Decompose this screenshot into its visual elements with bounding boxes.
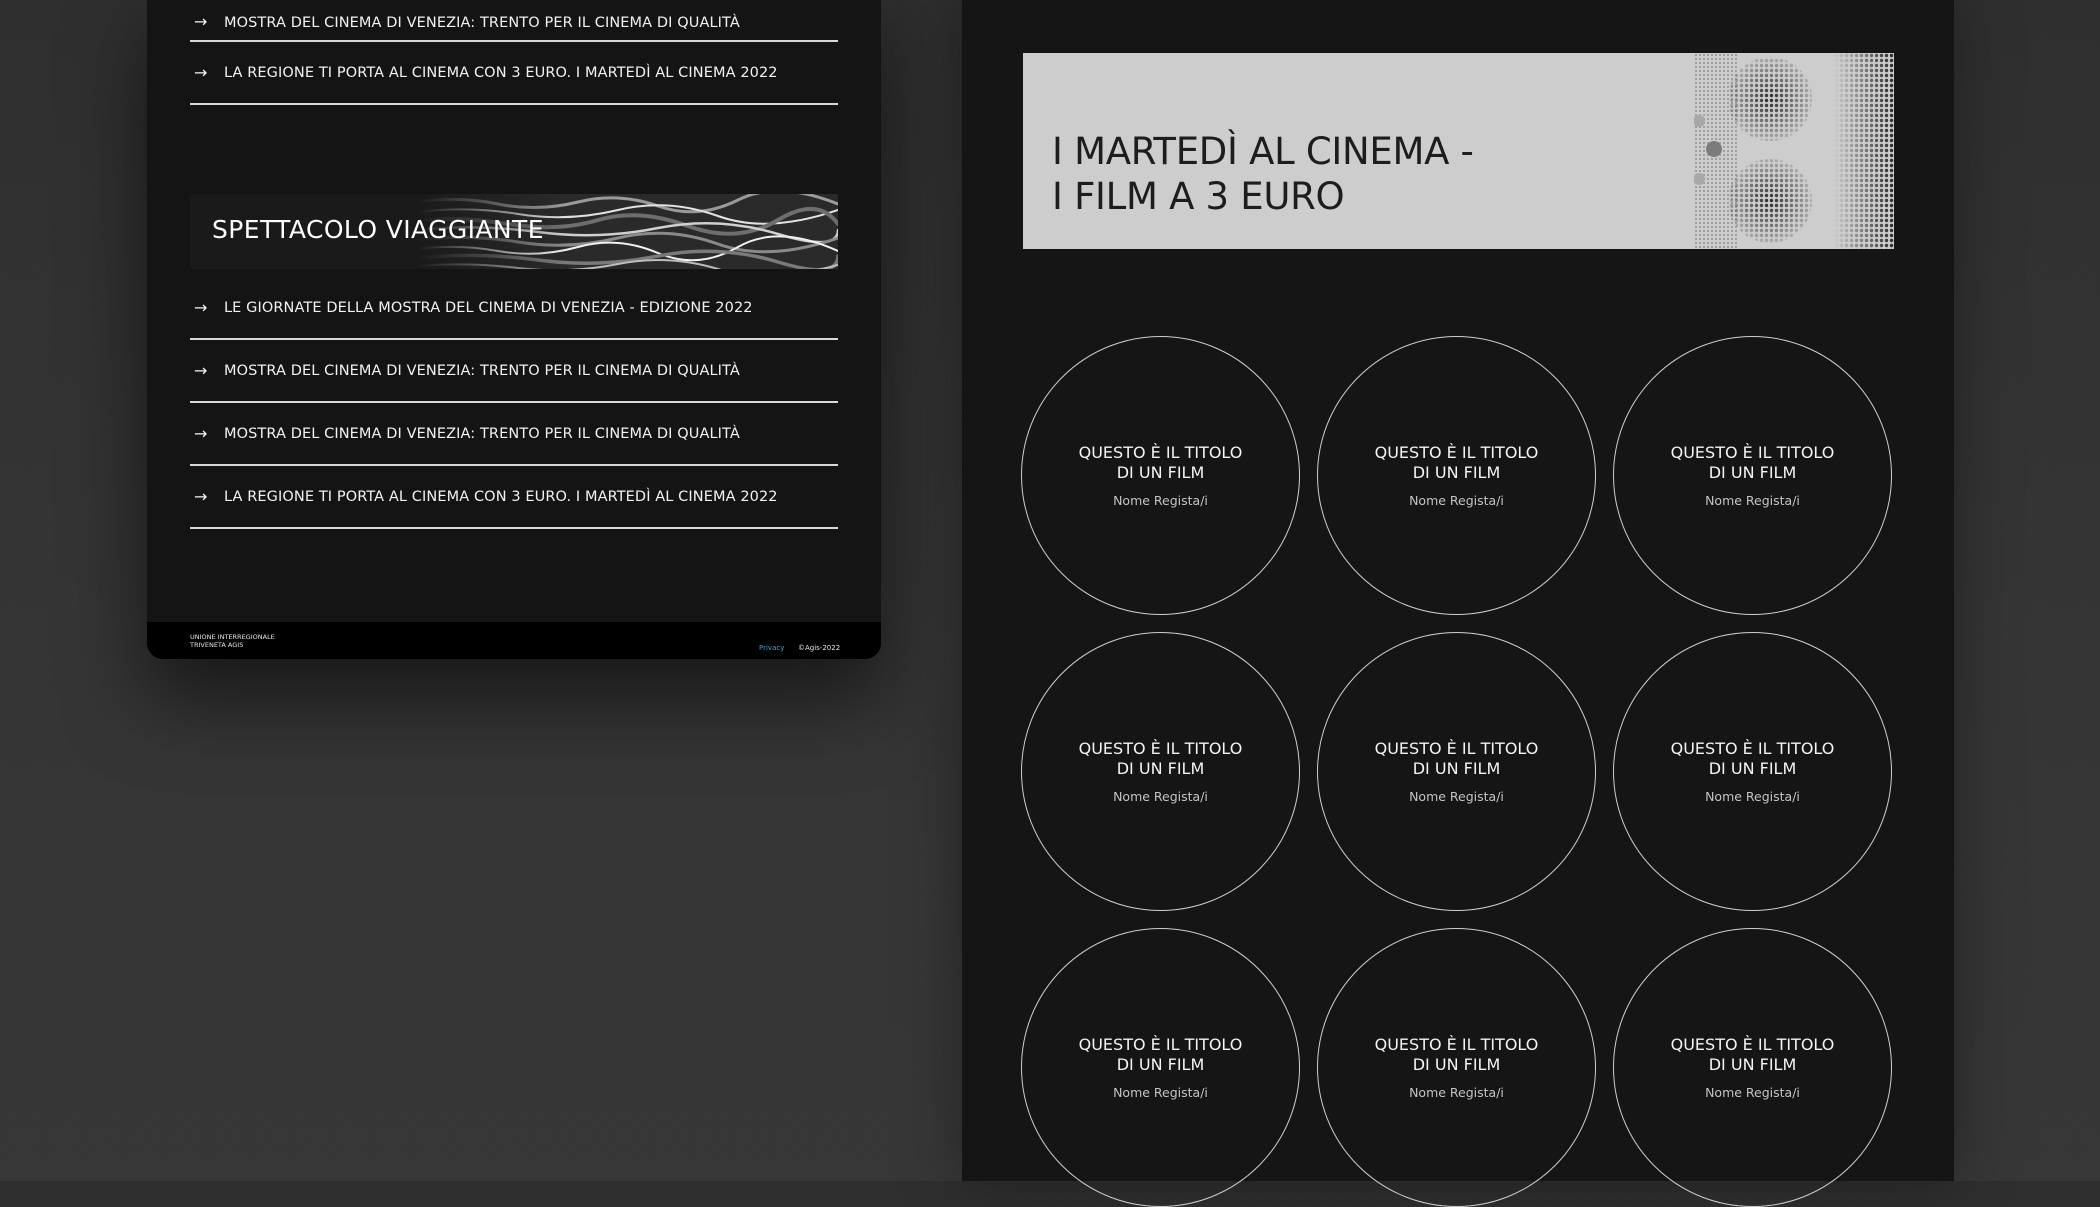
film-director: Nome Regista/i: [1409, 789, 1504, 804]
section-link-item[interactable]: → MOSTRA DEL CINEMA DI VENEZIA: TRENTO P…: [190, 340, 838, 403]
arrow-right-icon: →: [194, 361, 208, 380]
film-title: QUESTO È IL TITOLO DI UN FILM: [1670, 1035, 1835, 1074]
right-page-mockup: I MARTEDÌ AL CINEMA - I FILM A 3 EURO QU…: [962, 0, 1954, 1207]
film-card[interactable]: QUESTO È IL TITOLO DI UN FILM Nome Regis…: [1613, 336, 1892, 615]
film-card[interactable]: QUESTO È IL TITOLO DI UN FILM Nome Regis…: [1317, 928, 1596, 1207]
arrow-right-icon: →: [194, 424, 208, 443]
film-card[interactable]: QUESTO È IL TITOLO DI UN FILM Nome Regis…: [1021, 928, 1300, 1207]
page-footer: UNIONE INTERREGIONALE TRIVENETA AGIS Pri…: [147, 622, 881, 659]
film-director: Nome Regista/i: [1409, 493, 1504, 508]
film-title: QUESTO È IL TITOLO DI UN FILM: [1670, 443, 1835, 482]
film-title: QUESTO È IL TITOLO DI UN FILM: [1078, 1035, 1243, 1074]
section-link-label: MOSTRA DEL CINEMA DI VENEZIA: TRENTO PER…: [224, 362, 740, 379]
footer-org-line: TRIVENETA AGIS: [190, 641, 244, 649]
section-link-label: MOSTRA DEL CINEMA DI VENEZIA: TRENTO PER…: [224, 425, 740, 442]
section-link-item[interactable]: → LA REGIONE TI PORTA AL CINEMA CON 3 EU…: [190, 466, 838, 529]
section-link-list: → LE GIORNATE DELLA MOSTRA DEL CINEMA DI…: [190, 277, 838, 529]
section-link-label: LE GIORNATE DELLA MOSTRA DEL CINEMA DI V…: [224, 299, 753, 316]
film-title: QUESTO È IL TITOLO DI UN FILM: [1374, 443, 1539, 482]
hero-title: I MARTEDÌ AL CINEMA - I FILM A 3 EURO: [1052, 129, 1572, 219]
film-director: Nome Regista/i: [1113, 1085, 1208, 1100]
section-link-item[interactable]: → LE GIORNATE DELLA MOSTRA DEL CINEMA DI…: [190, 277, 838, 340]
footer-org-line: UNIONE INTERREGIONALE: [190, 633, 275, 641]
news-link-item[interactable]: → LA REGIONE TI PORTA AL CINEMA CON 3 EU…: [190, 42, 838, 105]
news-link-label: MOSTRA DEL CINEMA DI VENEZIA: TRENTO PER…: [224, 15, 740, 31]
copyright-text: ©Agis-2022: [798, 644, 841, 652]
hero-title-line: I MARTEDÌ AL CINEMA -: [1052, 130, 1474, 173]
film-director: Nome Regista/i: [1113, 493, 1208, 508]
arrow-right-icon: →: [194, 12, 208, 31]
arrow-right-icon: →: [194, 487, 208, 506]
news-link-item[interactable]: → MOSTRA DEL CINEMA DI VENEZIA: TRENTO P…: [190, 0, 838, 42]
section-title: SPETTACOLO VIAGGIANTE: [212, 215, 544, 244]
hero-banner: I MARTEDÌ AL CINEMA - I FILM A 3 EURO: [1023, 53, 1894, 249]
film-director: Nome Regista/i: [1705, 493, 1800, 508]
privacy-link[interactable]: Privacy: [759, 644, 784, 652]
film-card[interactable]: QUESTO È IL TITOLO DI UN FILM Nome Regis…: [1613, 632, 1892, 911]
film-director: Nome Regista/i: [1705, 789, 1800, 804]
section-banner-spettacolo-viaggiante: SPETTACOLO VIAGGIANTE: [190, 194, 838, 269]
film-director: Nome Regista/i: [1409, 1085, 1504, 1100]
section-link-label: LA REGIONE TI PORTA AL CINEMA CON 3 EURO…: [224, 488, 778, 505]
film-title: QUESTO È IL TITOLO DI UN FILM: [1078, 443, 1243, 482]
arrow-right-icon: →: [194, 298, 208, 317]
news-link-list: → MOSTRA DEL CINEMA DI VENEZIA: TRENTO P…: [190, 0, 838, 105]
film-title: QUESTO È IL TITOLO DI UN FILM: [1374, 739, 1539, 778]
film-director: Nome Regista/i: [1705, 1085, 1800, 1100]
news-link-label: LA REGIONE TI PORTA AL CINEMA CON 3 EURO…: [224, 64, 778, 81]
footer-organization: UNIONE INTERREGIONALE TRIVENETA AGIS: [190, 633, 275, 649]
film-card[interactable]: QUESTO È IL TITOLO DI UN FILM Nome Regis…: [1317, 632, 1596, 911]
film-title: QUESTO È IL TITOLO DI UN FILM: [1374, 1035, 1539, 1074]
section-link-item[interactable]: → MOSTRA DEL CINEMA DI VENEZIA: TRENTO P…: [190, 403, 838, 466]
film-title: QUESTO È IL TITOLO DI UN FILM: [1078, 739, 1243, 778]
film-director: Nome Regista/i: [1113, 789, 1208, 804]
film-card[interactable]: QUESTO È IL TITOLO DI UN FILM Nome Regis…: [1613, 928, 1892, 1207]
film-reel-halftone-graphic: [1694, 53, 1894, 249]
film-card[interactable]: QUESTO È IL TITOLO DI UN FILM Nome Regis…: [1317, 336, 1596, 615]
film-card[interactable]: QUESTO È IL TITOLO DI UN FILM Nome Regis…: [1021, 632, 1300, 911]
hero-title-line: I FILM A 3 EURO: [1052, 175, 1345, 218]
left-page-mockup: → MOSTRA DEL CINEMA DI VENEZIA: TRENTO P…: [147, 0, 881, 659]
arrow-right-icon: →: [194, 63, 208, 82]
film-title: QUESTO È IL TITOLO DI UN FILM: [1670, 739, 1835, 778]
film-card[interactable]: QUESTO È IL TITOLO DI UN FILM Nome Regis…: [1021, 336, 1300, 615]
